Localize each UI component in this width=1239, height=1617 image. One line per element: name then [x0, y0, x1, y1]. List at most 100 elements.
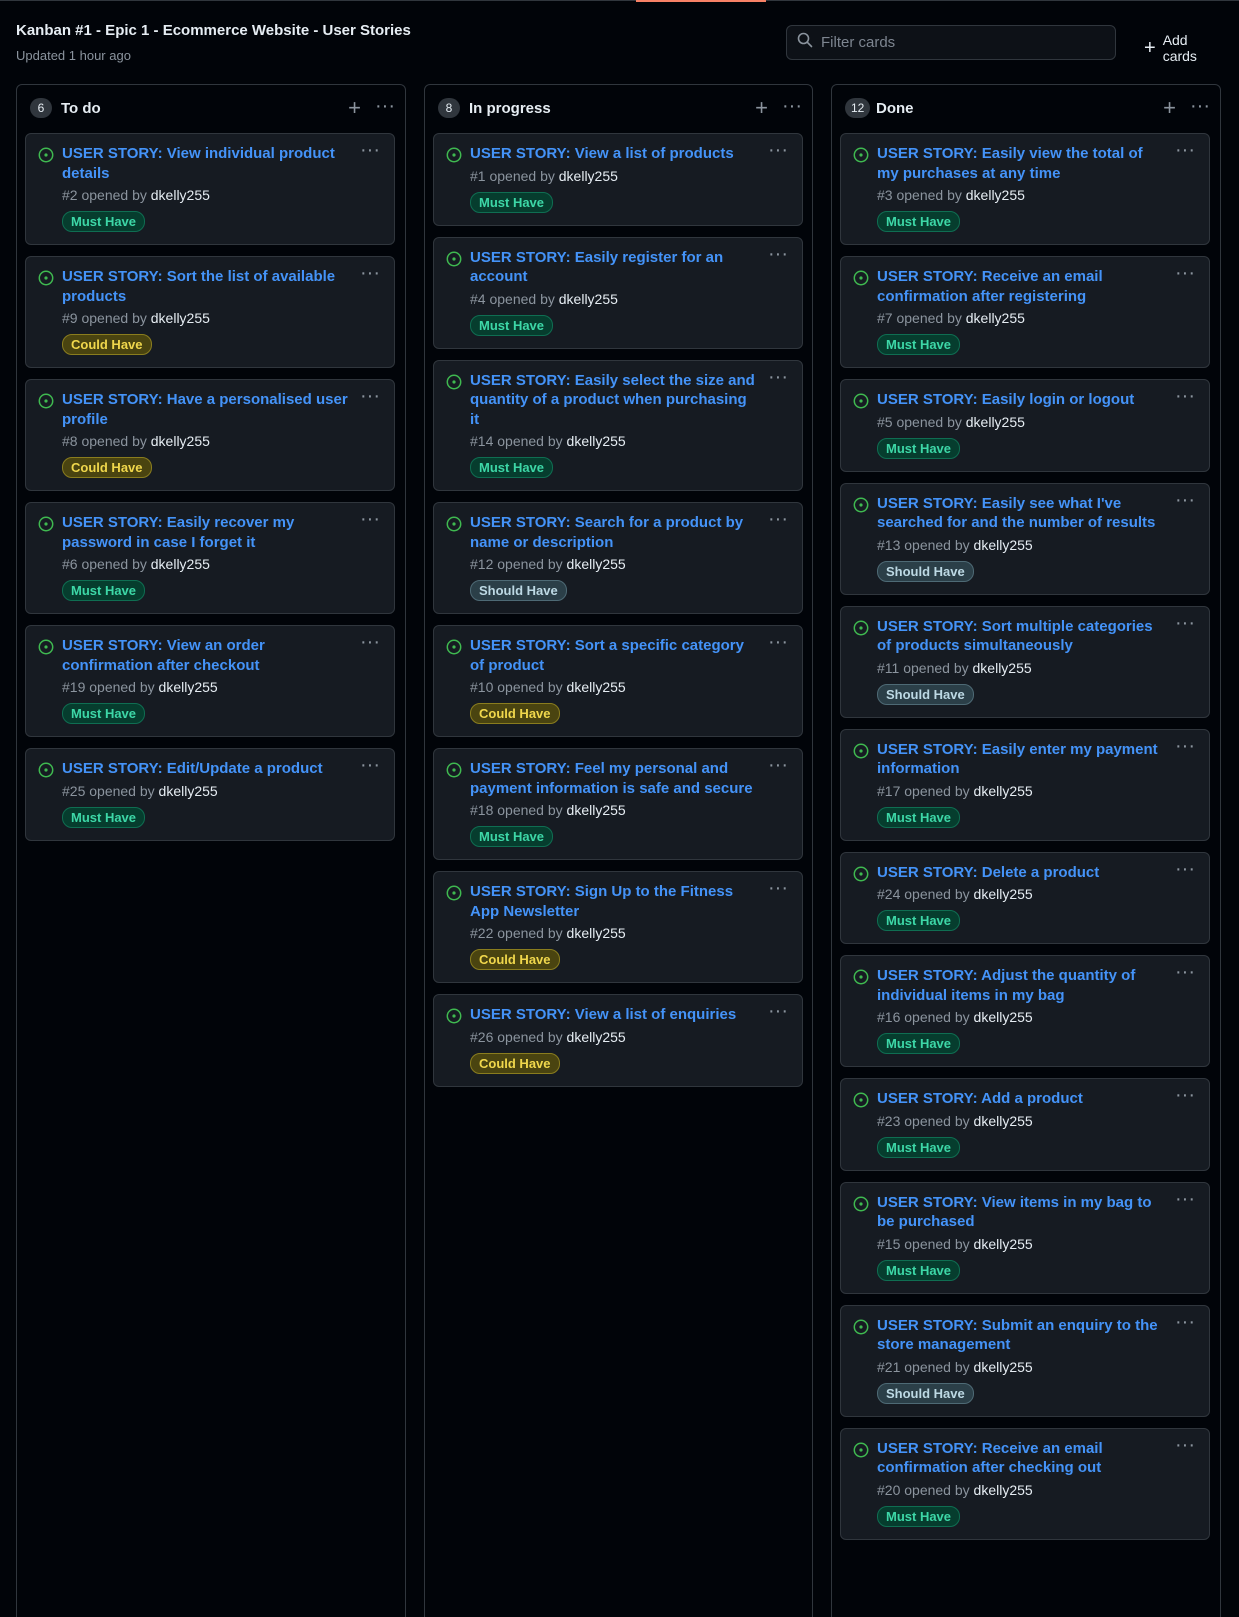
priority-label[interactable]: Should Have — [877, 560, 974, 582]
issue-card[interactable]: USER STORY: Easily recover my password i… — [25, 502, 395, 614]
add-item-button[interactable]: + — [1163, 95, 1176, 121]
issue-author-link[interactable]: dkelly255 — [966, 414, 1025, 430]
issue-title-link[interactable]: USER STORY: Delete a product — [877, 863, 1163, 883]
card-menu-button[interactable]: ··· — [768, 1000, 788, 1023]
card-menu-button[interactable]: ··· — [1175, 961, 1195, 984]
issue-card[interactable]: USER STORY: View a list of products #1 op… — [433, 133, 803, 226]
issue-title-link[interactable]: USER STORY: View a list of products — [470, 144, 756, 164]
card-menu-button[interactable]: ··· — [360, 385, 380, 408]
card-menu-button[interactable]: ··· — [768, 631, 788, 654]
priority-label[interactable]: Could Have — [62, 334, 152, 355]
issue-author-link[interactable]: dkelly255 — [151, 310, 210, 326]
issue-title-link[interactable]: USER STORY: Easily select the size and q… — [470, 371, 756, 430]
issue-card[interactable]: USER STORY: Edit/Update a product #25 ope… — [25, 748, 395, 841]
card-menu-button[interactable]: ··· — [360, 508, 380, 531]
priority-label[interactable]: Must Have — [877, 334, 961, 355]
column-menu-button[interactable]: ··· — [782, 95, 802, 118]
issue-card[interactable]: USER STORY: Delete a product #24 opened b… — [840, 851, 1210, 944]
issue-card[interactable]: USER STORY: Easily select the size and q… — [433, 359, 803, 491]
issue-card[interactable]: USER STORY: View an order confirmation a… — [25, 625, 395, 737]
priority-label[interactable]: Must Have — [470, 314, 554, 336]
issue-author-link[interactable]: dkelly255 — [151, 433, 210, 449]
card-menu-button[interactable]: ··· — [768, 754, 788, 777]
card-menu-button[interactable]: ··· — [1175, 139, 1195, 162]
priority-label[interactable]: Must Have — [877, 437, 961, 459]
issue-title-link[interactable]: USER STORY: Receive an email confirmatio… — [877, 267, 1163, 306]
issue-author-link[interactable]: dkelly255 — [567, 1029, 626, 1045]
issue-author-link[interactable]: dkelly255 — [966, 187, 1025, 203]
issue-card[interactable]: USER STORY: Submit an enquiry to the sto… — [840, 1304, 1210, 1417]
issue-title-link[interactable]: USER STORY: Sort a specific category of … — [470, 636, 756, 675]
priority-label[interactable]: Must Have — [62, 211, 146, 232]
priority-label[interactable]: Must Have — [877, 211, 961, 232]
issue-author-link[interactable]: dkelly255 — [567, 679, 626, 695]
issue-author-link[interactable]: dkelly255 — [974, 783, 1033, 799]
issue-author-link[interactable]: dkelly255 — [966, 310, 1025, 326]
issue-title-link[interactable]: USER STORY: Sort the list of available p… — [62, 267, 348, 306]
issue-title-link[interactable]: USER STORY: Search for a product by name… — [470, 513, 756, 552]
issue-title-link[interactable]: USER STORY: View an order confirmation a… — [62, 636, 348, 675]
issue-author-link[interactable]: dkelly255 — [567, 433, 626, 449]
issue-card[interactable]: USER STORY: Easily enter my payment info… — [840, 728, 1210, 841]
issue-author-link[interactable]: dkelly255 — [567, 802, 626, 818]
card-menu-button[interactable]: ··· — [360, 139, 380, 162]
priority-label[interactable]: Must Have — [877, 1259, 961, 1281]
add-item-button[interactable]: + — [348, 95, 361, 121]
issue-title-link[interactable]: USER STORY: Easily see what I've searche… — [877, 494, 1163, 533]
priority-label[interactable]: Must Have — [470, 457, 554, 478]
issue-author-link[interactable]: dkelly255 — [151, 187, 210, 203]
issue-card[interactable]: USER STORY: Sort the list of available p… — [25, 256, 395, 368]
card-menu-button[interactable]: ··· — [1175, 1188, 1195, 1211]
card-menu-button[interactable]: ··· — [768, 139, 788, 162]
issue-title-link[interactable]: USER STORY: Easily view the total of my … — [877, 144, 1163, 183]
issue-card[interactable]: USER STORY: Easily see what I've searche… — [840, 482, 1210, 595]
issue-card[interactable]: USER STORY: Sort multiple categories of … — [840, 605, 1210, 718]
priority-label[interactable]: Must Have — [877, 1505, 961, 1527]
issue-author-link[interactable]: dkelly255 — [974, 537, 1033, 553]
priority-label[interactable]: Must Have — [62, 806, 146, 828]
issue-card[interactable]: USER STORY: Easily register for an accou… — [433, 236, 803, 349]
issue-card[interactable]: USER STORY: Easily view the total of my … — [840, 133, 1210, 245]
issue-title-link[interactable]: USER STORY: Edit/Update a product — [62, 759, 348, 779]
issue-title-link[interactable]: USER STORY: View a list of enquiries — [470, 1005, 756, 1025]
issue-title-link[interactable]: USER STORY: Submit an enquiry to the sto… — [877, 1316, 1163, 1355]
card-menu-button[interactable]: ··· — [1175, 1434, 1195, 1457]
filter-cards-field[interactable] — [786, 25, 1116, 60]
issue-card[interactable]: USER STORY: View individual product deta… — [25, 133, 395, 245]
priority-label[interactable]: Should Have — [470, 580, 567, 601]
issue-author-link[interactable]: dkelly255 — [567, 925, 626, 941]
issue-card[interactable]: USER STORY: View items in my bag to be p… — [840, 1181, 1210, 1294]
priority-label[interactable]: Should Have — [877, 683, 974, 705]
issue-card[interactable]: USER STORY: Adjust the quantity of indiv… — [840, 955, 1210, 1067]
card-menu-button[interactable]: ··· — [768, 243, 788, 266]
issue-card[interactable]: USER STORY: View a list of enquiries #26 … — [433, 994, 803, 1087]
card-menu-button[interactable]: ··· — [768, 366, 788, 389]
issue-title-link[interactable]: USER STORY: Adjust the quantity of indiv… — [877, 966, 1163, 1005]
issue-title-link[interactable]: USER STORY: Sign Up to the Fitness App N… — [470, 882, 756, 921]
priority-label[interactable]: Could Have — [470, 703, 560, 724]
card-menu-button[interactable]: ··· — [1175, 385, 1195, 408]
issue-author-link[interactable]: dkelly255 — [974, 1113, 1033, 1129]
priority-label[interactable]: Should Have — [877, 1382, 974, 1404]
card-menu-button[interactable]: ··· — [1175, 735, 1195, 758]
issue-author-link[interactable]: dkelly255 — [974, 1009, 1033, 1025]
issue-title-link[interactable]: USER STORY: Add a product — [877, 1089, 1163, 1109]
column-menu-button[interactable]: ··· — [1190, 95, 1210, 118]
issue-author-link[interactable]: dkelly255 — [974, 1236, 1033, 1252]
issue-card[interactable]: USER STORY: Sign Up to the Fitness App N… — [433, 871, 803, 983]
issue-author-link[interactable]: dkelly255 — [973, 660, 1032, 676]
card-menu-button[interactable]: ··· — [1175, 489, 1195, 512]
issue-author-link[interactable]: dkelly255 — [559, 168, 618, 184]
priority-label[interactable]: Must Have — [62, 580, 146, 601]
priority-label[interactable]: Could Have — [470, 1052, 560, 1074]
issue-title-link[interactable]: USER STORY: Easily recover my password i… — [62, 513, 348, 552]
priority-label[interactable]: Could Have — [62, 457, 152, 478]
issue-author-link[interactable]: dkelly255 — [974, 1482, 1033, 1498]
priority-label[interactable]: Must Have — [877, 1136, 961, 1158]
issue-author-link[interactable]: dkelly255 — [159, 679, 218, 695]
card-menu-button[interactable]: ··· — [1175, 612, 1195, 635]
issue-title-link[interactable]: USER STORY: View items in my bag to be p… — [877, 1193, 1163, 1232]
card-menu-button[interactable]: ··· — [360, 631, 380, 654]
priority-label[interactable]: Must Have — [62, 703, 146, 724]
issue-title-link[interactable]: USER STORY: Have a personalised user pro… — [62, 390, 348, 429]
